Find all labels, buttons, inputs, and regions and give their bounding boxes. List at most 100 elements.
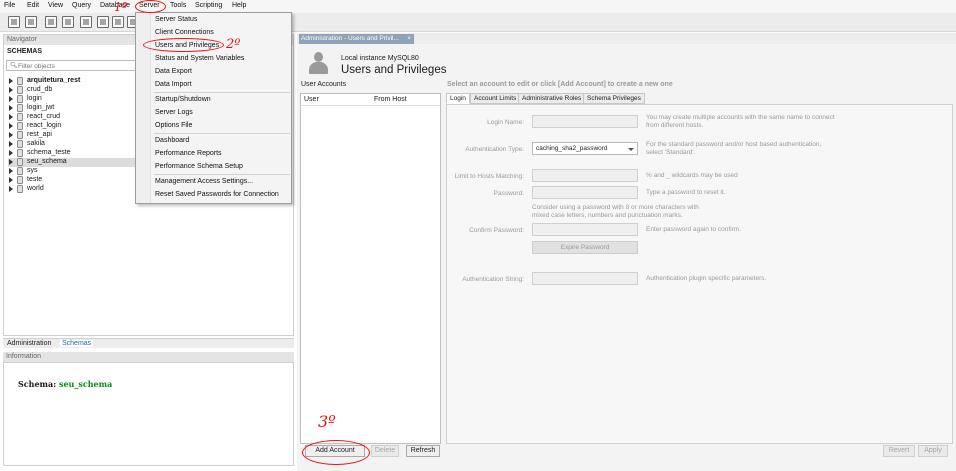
schemas-label: SCHEMAS: [7, 48, 43, 55]
information-panel: Schema: seu_schema: [3, 362, 294, 466]
annotation-step-2: 2º: [226, 37, 241, 52]
instance-name: Local instance MySQL80: [341, 55, 419, 62]
menu-item-status-variables[interactable]: Status and System Variables: [155, 55, 244, 62]
expand-arrow-icon[interactable]: [9, 123, 13, 129]
tab-administrative-roles[interactable]: Administrative Roles: [518, 93, 586, 104]
tab-users-label: Administration - Users and Privil...: [301, 35, 399, 42]
annotation-circle-add-account: [302, 440, 370, 465]
menu-separator: [154, 133, 290, 134]
refresh-button[interactable]: Refresh: [406, 445, 440, 457]
menu-item-performance-reports[interactable]: Performance Reports: [155, 150, 222, 157]
database-icon: [17, 131, 23, 139]
schema-info-value: seu_schema: [58, 379, 113, 389]
inspector-icon[interactable]: [62, 16, 74, 28]
database-icon: [17, 176, 23, 184]
expand-arrow-icon[interactable]: [9, 105, 13, 111]
accounts-list[interactable]: User From Host: [300, 93, 441, 444]
menu-item-dashboard[interactable]: Dashboard: [155, 137, 189, 144]
login-name-field[interactable]: [532, 115, 638, 128]
annotation-step-1: 1º: [114, 0, 128, 14]
auth-string-help: Authentication plugin specific parameter…: [646, 275, 767, 282]
close-icon[interactable]: ×: [407, 34, 411, 44]
expand-arrow-icon[interactable]: [9, 150, 13, 156]
chevron-down-icon: [628, 148, 634, 151]
open-sql-icon[interactable]: [25, 16, 37, 28]
menu-help[interactable]: Help: [232, 2, 246, 9]
expand-arrow-icon[interactable]: [9, 177, 13, 183]
new-connection-icon[interactable]: [8, 16, 20, 28]
auth-type-label: Authentication Type:: [465, 146, 524, 153]
confirm-password-field[interactable]: [532, 223, 638, 236]
menu-item-client-connections[interactable]: Client Connections: [155, 29, 214, 36]
menu-tools[interactable]: Tools: [170, 2, 186, 9]
create-view-icon[interactable]: [112, 16, 124, 28]
menu-query[interactable]: Query: [72, 2, 91, 9]
annotation-circle-server: [135, 0, 166, 13]
menu-item-management-access[interactable]: Management Access Settings...: [155, 178, 253, 185]
menu-view[interactable]: View: [48, 2, 63, 9]
auth-type-help: For the standard password and/or host ba…: [646, 141, 822, 156]
tab-schemas[interactable]: Schemas: [60, 340, 94, 347]
search-icon: 🔍︎: [10, 63, 18, 69]
information-header: Information: [3, 352, 294, 362]
menu-item-data-import[interactable]: Data Import: [155, 81, 192, 88]
apply-button[interactable]: Apply: [918, 445, 948, 457]
tab-account-limits[interactable]: Account Limits: [470, 93, 521, 104]
database-icon: [17, 140, 23, 148]
password-label: Password:: [493, 190, 524, 197]
auth-string-field[interactable]: [532, 272, 638, 285]
database-icon: [17, 185, 23, 193]
select-account-hint: Select an account to edit or click [Add …: [447, 81, 673, 88]
expand-arrow-icon[interactable]: [9, 168, 13, 174]
menu-item-startup-shutdown[interactable]: Startup/Shutdown: [155, 96, 211, 103]
expire-password-button[interactable]: Expire Password: [532, 241, 638, 254]
schema-info: Schema: seu_schema: [18, 379, 112, 389]
menu-item-server-status[interactable]: Server Status: [155, 16, 197, 23]
revert-button[interactable]: Revert: [883, 445, 915, 457]
expand-arrow-icon[interactable]: [9, 159, 13, 165]
database-icon: [17, 95, 23, 103]
tab-administration[interactable]: Administration: [7, 340, 51, 347]
navigator-tabs: Administration Schemas: [3, 338, 294, 348]
save-icon[interactable]: [45, 16, 57, 28]
database-icon: [17, 167, 23, 175]
menu-scripting[interactable]: Scripting: [195, 2, 222, 9]
account-detail-tabs: Login Account Limits Administrative Role…: [446, 93, 953, 104]
expand-arrow-icon[interactable]: [9, 132, 13, 138]
hosts-help: % and _ wildcards may be used: [646, 172, 738, 179]
annotation-circle-users: [143, 38, 224, 52]
editor-tab-bar: Administration - Users and Privil... ×: [297, 33, 956, 44]
expand-arrow-icon[interactable]: [9, 78, 13, 84]
password-note: Consider using a password with 8 or more…: [532, 204, 699, 219]
auth-type-value: caching_sha2_password: [536, 145, 608, 152]
expand-arrow-icon[interactable]: [9, 87, 13, 93]
menu-item-performance-schema-setup[interactable]: Performance Schema Setup: [155, 163, 243, 170]
delete-button[interactable]: Delete: [371, 445, 399, 457]
auth-type-select[interactable]: caching_sha2_password: [532, 142, 638, 155]
create-schema-icon[interactable]: [80, 16, 92, 28]
database-icon: [17, 104, 23, 112]
menu-item-options-file[interactable]: Options File: [155, 122, 192, 129]
confirm-password-label: Confirm Password:: [469, 227, 524, 234]
menu-edit[interactable]: Edit: [27, 2, 39, 9]
menu-item-server-logs[interactable]: Server Logs: [155, 109, 193, 116]
create-table-icon[interactable]: [97, 16, 109, 28]
tab-schema-privileges[interactable]: Schema Privileges: [583, 93, 645, 104]
tab-login[interactable]: Login: [446, 93, 470, 104]
menu-item-data-export[interactable]: Data Export: [155, 68, 192, 75]
password-field[interactable]: [532, 186, 638, 199]
column-from-host[interactable]: From Host: [374, 96, 407, 103]
page-title: Users and Privileges: [341, 64, 447, 76]
hosts-field[interactable]: [532, 169, 638, 182]
expand-arrow-icon[interactable]: [9, 186, 13, 192]
login-details-panel: Login Name: You may create multiple acco…: [446, 104, 953, 444]
schema-info-label: Schema:: [18, 379, 57, 389]
column-user[interactable]: User: [304, 96, 319, 103]
menu-item-reset-passwords[interactable]: Reset Saved Passwords for Connection: [155, 191, 279, 198]
expand-arrow-icon[interactable]: [9, 96, 13, 102]
expand-arrow-icon[interactable]: [9, 114, 13, 120]
tab-users-and-privileges[interactable]: Administration - Users and Privil... ×: [299, 34, 414, 44]
menu-file[interactable]: File: [4, 2, 15, 9]
expand-arrow-icon[interactable]: [9, 141, 13, 147]
database-icon: [17, 149, 23, 157]
